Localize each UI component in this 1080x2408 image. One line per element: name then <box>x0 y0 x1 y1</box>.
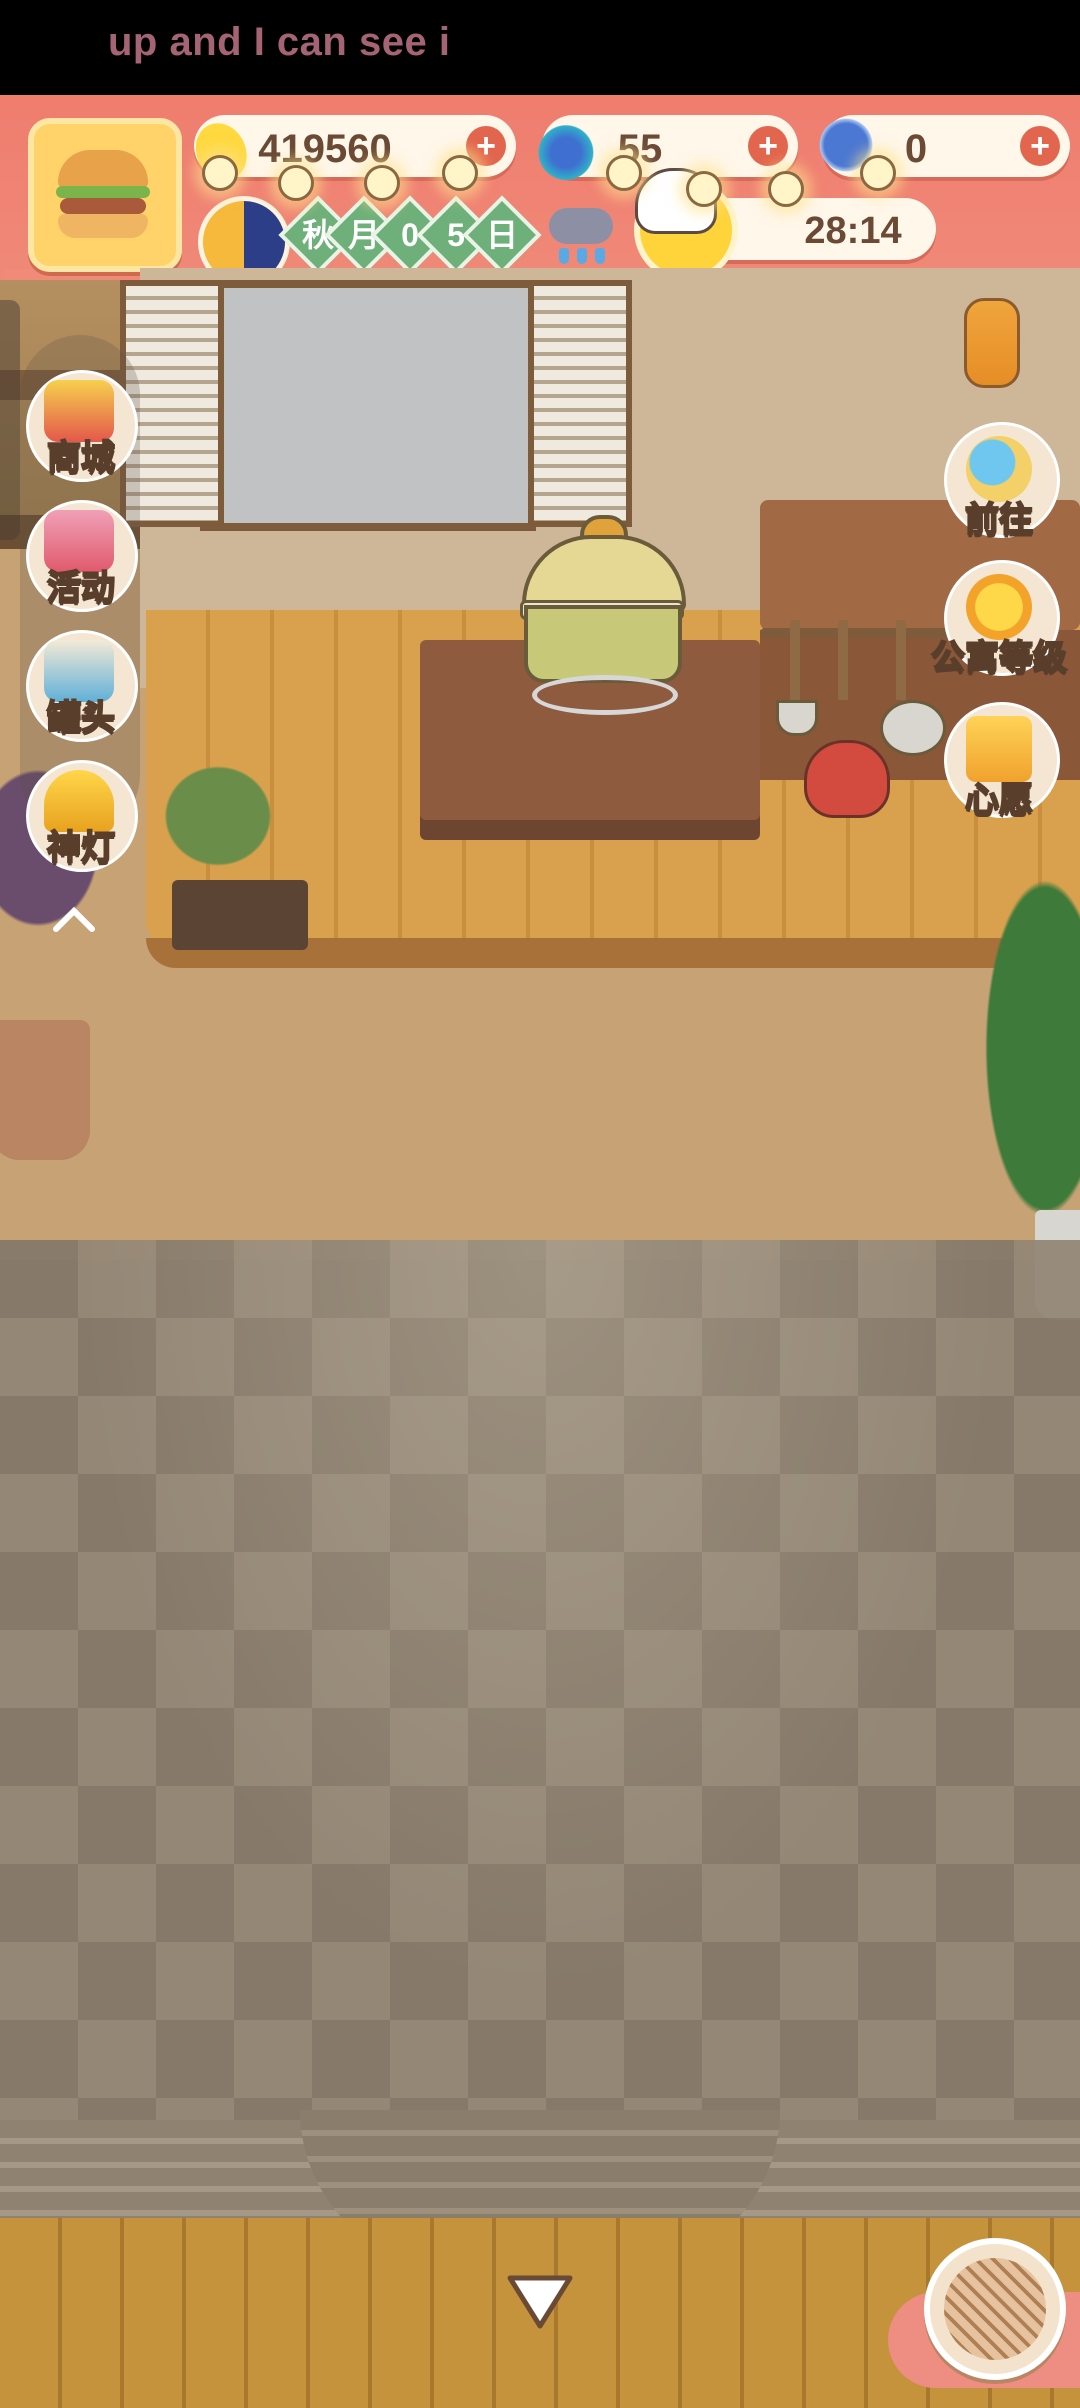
event-label: 活动 <box>46 568 116 608</box>
spatula-handle <box>838 620 848 700</box>
add-fish-button[interactable]: + <box>1020 126 1060 166</box>
ladle-icon <box>776 700 818 736</box>
scroll-down-button[interactable] <box>504 2272 576 2334</box>
yarn-ball-button[interactable] <box>924 2238 1066 2380</box>
event-button[interactable]: 活动 <box>26 500 138 612</box>
apartment-level-button[interactable]: 公寓等级 <box>930 560 1068 680</box>
ladle-handle <box>790 620 800 700</box>
bonsai-pot <box>172 880 308 950</box>
string-lights <box>150 125 950 207</box>
shop-label: 商城 <box>46 438 116 478</box>
shop-button[interactable]: 商城 <box>26 370 138 482</box>
window-shutter-right <box>528 280 632 527</box>
go-to-button[interactable]: 前往 <box>934 422 1064 542</box>
triangle-down-icon <box>507 2275 573 2329</box>
floor-light <box>0 1240 1080 2120</box>
wish-button[interactable]: 心愿 <box>934 702 1064 822</box>
status-overlay: up and I can see i <box>0 0 1080 95</box>
chevron-up-icon <box>53 906 95 932</box>
bonsai-tree-icon[interactable] <box>128 760 308 900</box>
yarn-ball-icon <box>944 2258 1046 2360</box>
collapse-menu-button[interactable] <box>52 890 95 932</box>
go-to-label: 前往 <box>964 500 1034 540</box>
wish-label: 心愿 <box>964 780 1034 820</box>
cooking-pot[interactable] <box>510 505 690 715</box>
can-label: 罐头 <box>46 698 116 738</box>
magic-lamp-label: 神灯 <box>46 828 116 868</box>
can-button[interactable]: 罐头 <box>26 630 138 742</box>
hanging-charm-icon <box>964 298 1020 388</box>
overlay-text: up and I can see i <box>108 20 451 64</box>
plant-pot-left <box>0 1020 90 1160</box>
piggy-bank-icon[interactable] <box>804 740 890 818</box>
apartment-level-label: 公寓等级 <box>930 638 1068 678</box>
timer-value: 28:14 <box>804 210 902 252</box>
side-panel-handle[interactable] <box>0 300 20 540</box>
magic-lamp-button[interactable]: 神灯 <box>26 760 138 872</box>
rainy-window <box>200 280 536 531</box>
burger-avatar-icon <box>56 150 150 240</box>
rain-cloud-icon <box>545 200 617 270</box>
